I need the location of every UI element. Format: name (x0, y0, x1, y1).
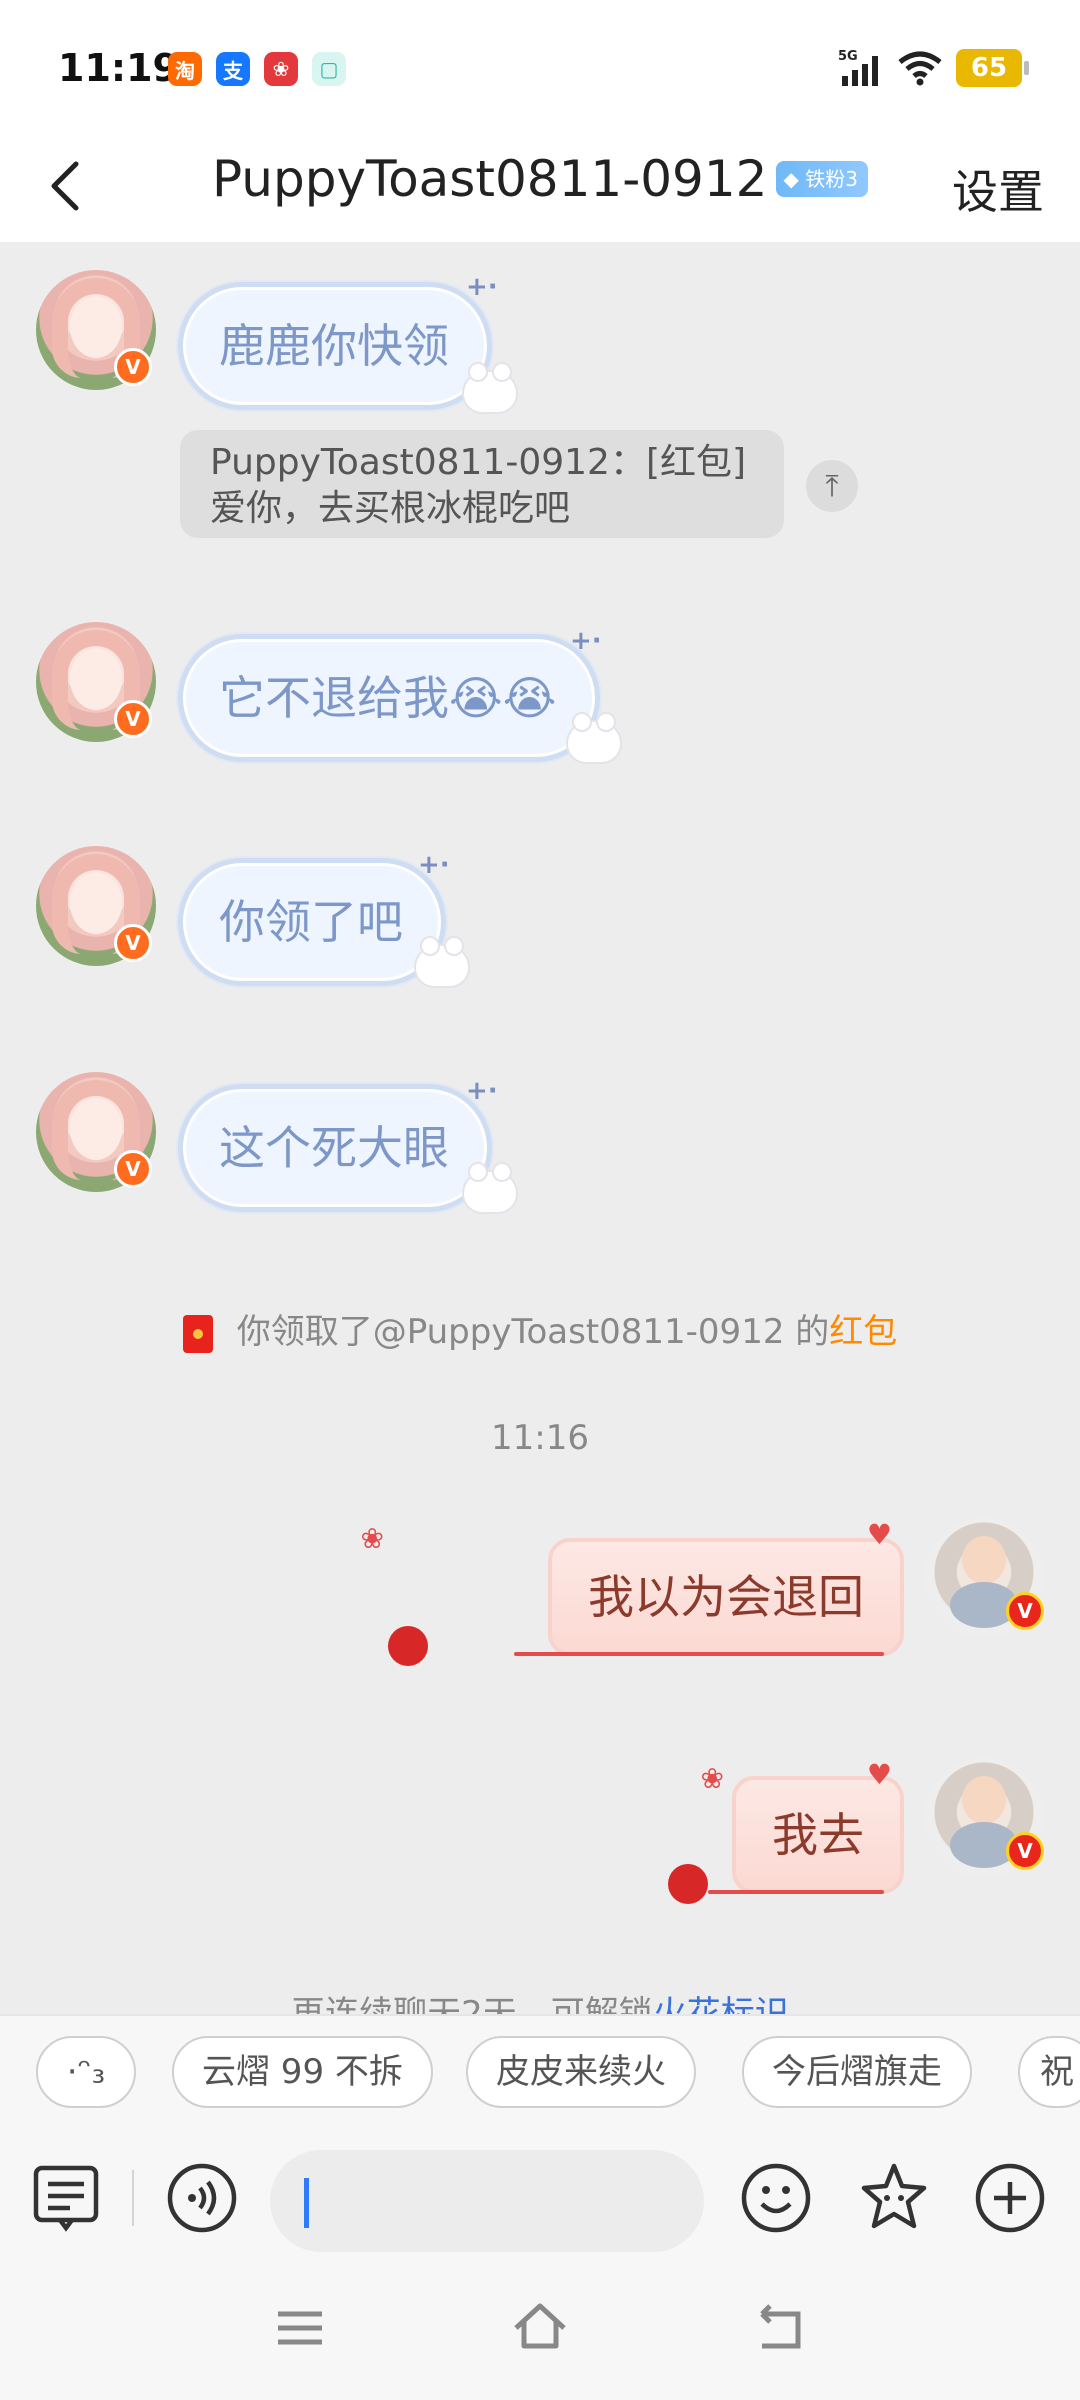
bear-sticker-icon (462, 1162, 518, 1214)
message-list-icon[interactable] (30, 2160, 106, 2236)
message-bubble[interactable]: 我去 (732, 1776, 904, 1894)
apple-sticker-icon (668, 1864, 708, 1904)
chat-title[interactable]: PuppyToast0811-0912 (212, 150, 768, 208)
emoji-icon[interactable] (738, 2160, 814, 2236)
flower-app-icon: ❀ (264, 52, 298, 86)
face-sticker-icon: ·ᵔ₃ (66, 2052, 106, 2092)
chat-app-icon: ▢ (312, 52, 346, 86)
red-packet-icon (182, 1314, 213, 1353)
network-type-label: 5G (838, 49, 858, 64)
quick-reply-chip[interactable]: 今后熠旗走 (742, 2036, 972, 2108)
input-bar (0, 2140, 1080, 2256)
fan-level-badge: ◆ 铁粉3 (775, 161, 868, 197)
quick-reply-chip[interactable]: 祝 (1018, 2036, 1080, 2108)
sparkle-icon: +· (466, 1076, 498, 1106)
verified-v-badge: V (1006, 1592, 1044, 1630)
scroll-to-quote-icon[interactable]: ⤒ (806, 460, 858, 512)
battery-indicator: 65 (956, 49, 1029, 87)
sparkle-icon: +· (466, 272, 498, 302)
spark-hint-text: 再连续聊天2天，可解锁 (291, 1994, 653, 2014)
verified-v-badge: V (114, 700, 152, 738)
status-indicators: 5G 65 (838, 48, 1029, 88)
quick-reply-chip[interactable]: 云熠 99 不拆 (172, 2036, 433, 2108)
diamond-icon: ◆ (783, 167, 799, 191)
sparkle-icon: +· (418, 850, 450, 880)
alipay-icon: 支 (216, 52, 250, 86)
status-time: 11:19 (58, 46, 179, 90)
fan-badge-label: 铁粉3 (805, 167, 858, 191)
back-nav-icon[interactable] (748, 2296, 812, 2360)
timestamp: 11:16 (491, 1418, 589, 1458)
quoted-message[interactable]: PuppyToast0811-0912：[红包] 爱你，去买根冰棍吃吧 (180, 430, 784, 538)
bow-icon: ❀ (700, 1762, 724, 1795)
status-bar: 11:19 淘 支 ❀ ▢ 5G 65 (0, 0, 1080, 130)
message-bubble[interactable]: 它不退给我😭😭 (178, 634, 600, 762)
notice-text: 你领取了@PuppyToast0811-0912 的 (236, 1312, 830, 1352)
sparkle-icon: +· (570, 626, 602, 656)
text-caret (304, 2178, 309, 2228)
status-app-icons: 淘 支 ❀ ▢ (168, 52, 346, 86)
verified-v-badge: V (114, 924, 152, 962)
red-packet-link[interactable]: 红包 (829, 1312, 897, 1352)
bear-sticker-icon (462, 362, 518, 414)
title-container: PuppyToast0811-0912 ◆ 铁粉3 (0, 150, 1080, 208)
message-bubble[interactable]: 我以为会退回 (548, 1538, 904, 1656)
bow-icon: ❀ (360, 1522, 384, 1555)
chat-header: PuppyToast0811-0912 ◆ 铁粉3 设置 (0, 130, 1080, 242)
message-list[interactable]: V 鹿鹿你快领 +· PuppyToast0811-0912：[红包] 爱你，去… (0, 242, 1080, 2014)
menu-icon[interactable] (268, 2296, 332, 2360)
sticker-icon[interactable] (856, 2160, 932, 2236)
cellular-signal-icon: 5G (838, 49, 878, 86)
settings-button[interactable]: 设置 (952, 156, 1044, 222)
message-input[interactable] (270, 2150, 704, 2252)
bear-sticker-icon (414, 936, 470, 988)
spark-link[interactable]: 火花标识 (653, 1994, 789, 2014)
wifi-icon (898, 51, 942, 86)
home-icon[interactable] (508, 2296, 572, 2360)
plus-icon[interactable] (972, 2160, 1048, 2236)
verified-v-badge: V (114, 348, 152, 386)
message-bubble[interactable]: 这个死大眼 (178, 1084, 492, 1212)
bear-sticker-icon (566, 712, 622, 764)
spark-hint: 再连续聊天2天，可解锁火花标识 (0, 1986, 1080, 2014)
quick-reply-bar: ·ᵔ₃ 云熠 99 不拆 皮皮来续火 今后熠旗走 祝 (0, 2014, 1080, 2140)
red-packet-notice: 你领取了@PuppyToast0811-0912 的红包 (0, 1304, 1080, 1353)
quick-reply-chip[interactable]: 皮皮来续火 (466, 2036, 696, 2108)
system-nav-bar (0, 2256, 1080, 2400)
taobao-icon: 淘 (168, 52, 202, 86)
heart-icon: ♥ (866, 1518, 892, 1551)
heart-icon: ♥ (866, 1758, 892, 1791)
message-bubble[interactable]: 鹿鹿你快领 (178, 282, 492, 410)
voice-icon[interactable] (164, 2160, 240, 2236)
message-bubble[interactable]: 你领了吧 (178, 858, 446, 986)
verified-v-badge: V (114, 1150, 152, 1188)
quick-emoji-chip[interactable]: ·ᵔ₃ (36, 2036, 136, 2108)
apple-sticker-icon (388, 1626, 428, 1666)
verified-v-badge: V (1006, 1832, 1044, 1870)
